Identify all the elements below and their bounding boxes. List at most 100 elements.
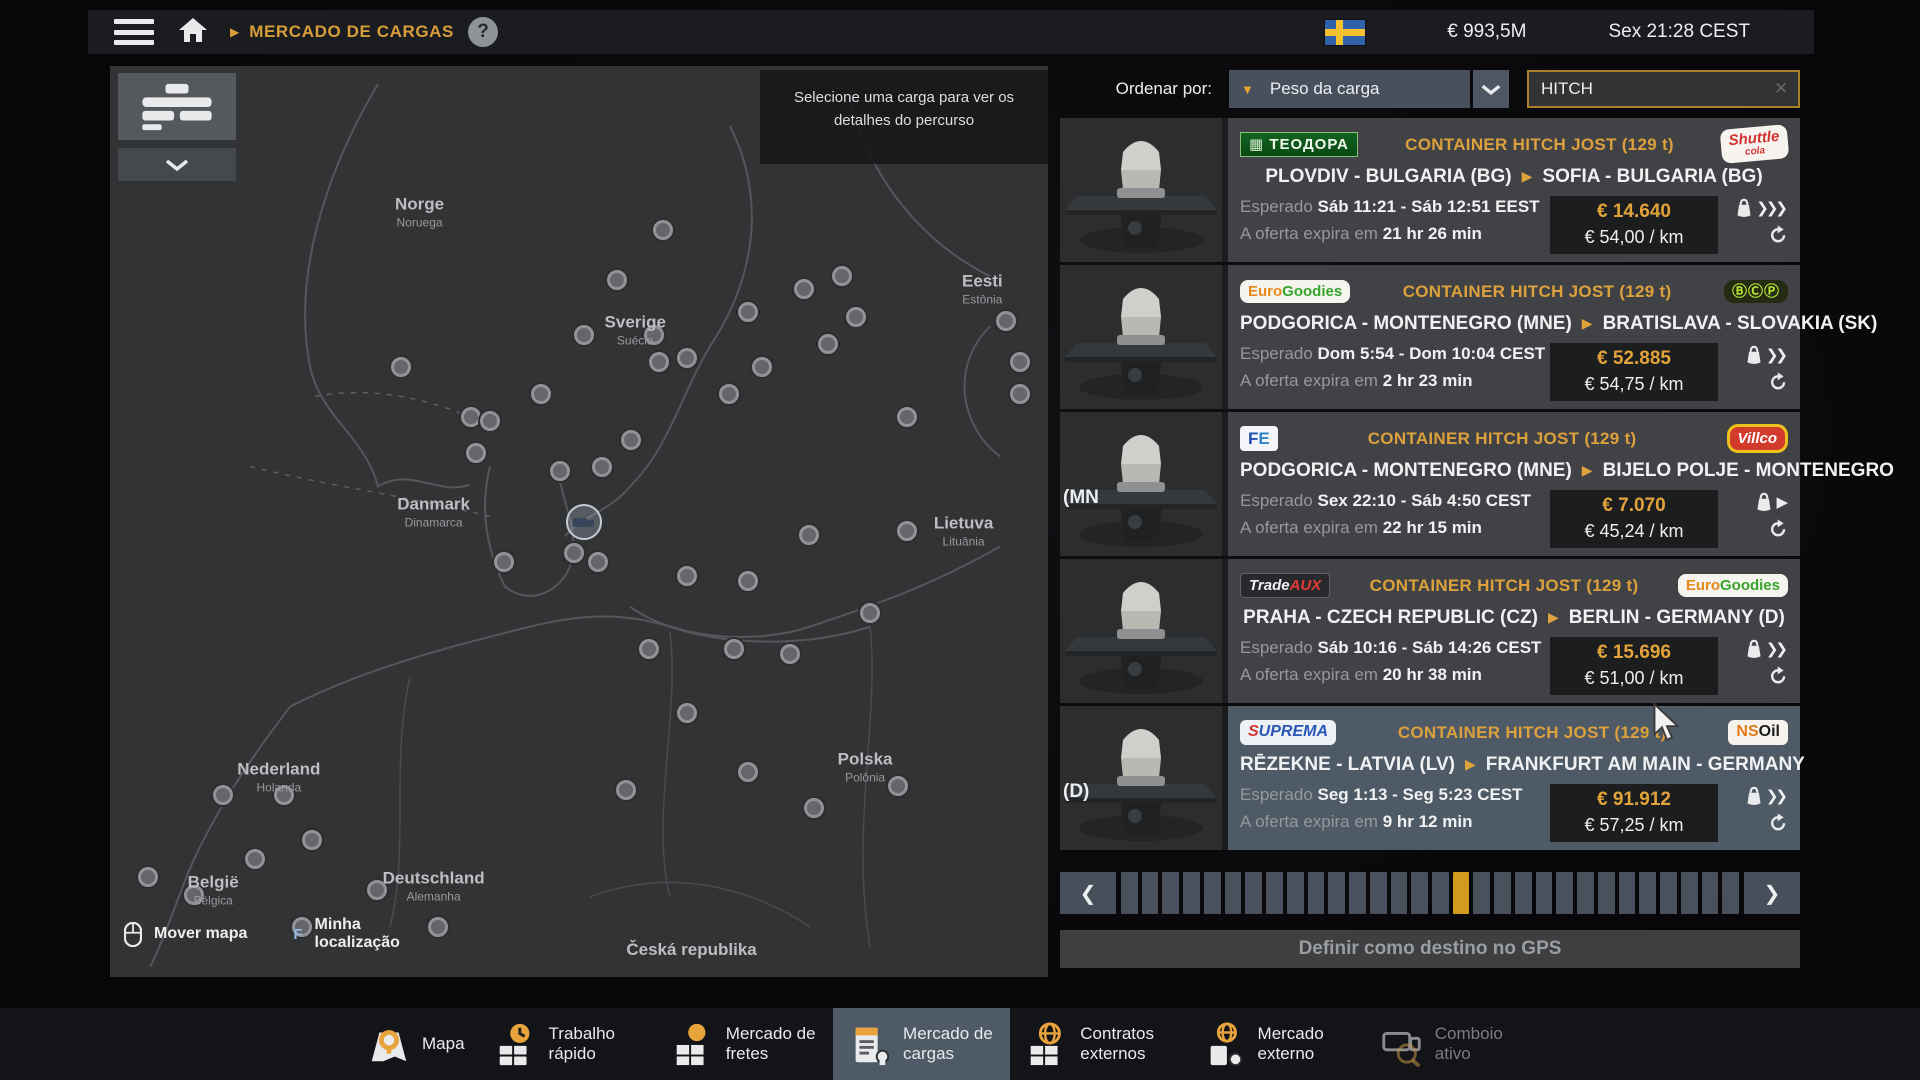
- city-marker[interactable]: [621, 430, 641, 450]
- cargo-offer-card[interactable]: (MN: [1060, 412, 1800, 556]
- nav-item[interactable]: Trabalho rápido: [479, 1008, 656, 1080]
- nav-item[interactable]: Mercado de cargas: [833, 1008, 1010, 1080]
- page-cell[interactable]: [1266, 872, 1283, 914]
- page-cell[interactable]: [1411, 872, 1428, 914]
- page-cell[interactable]: [1577, 872, 1594, 914]
- page-cell[interactable]: [1681, 872, 1698, 914]
- page-cell[interactable]: [1245, 872, 1262, 914]
- player-truck-marker[interactable]: [566, 504, 602, 540]
- cargo-list: ▦ ТЕОДОРА CONTAINER HITCH JOST (129 t) S…: [1060, 118, 1800, 853]
- city-marker[interactable]: [832, 266, 852, 286]
- city-marker[interactable]: [738, 302, 758, 322]
- page-cell[interactable]: [1722, 872, 1739, 914]
- city-marker[interactable]: [724, 639, 744, 659]
- city-marker[interactable]: [818, 334, 838, 354]
- city-marker[interactable]: [245, 849, 265, 869]
- page-cell[interactable]: [1660, 872, 1677, 914]
- city-marker[interactable]: [897, 407, 917, 427]
- sort-dropdown[interactable]: ▼ Peso da carga: [1229, 70, 1470, 108]
- city-marker[interactable]: [888, 776, 908, 796]
- route-overflow-text: (MN: [1063, 487, 1099, 509]
- city-marker[interactable]: [616, 780, 636, 800]
- prev-page-button[interactable]: ❮: [1060, 872, 1116, 914]
- urgency-chevrons-icon: ▶: [1776, 493, 1788, 511]
- page-cell[interactable]: [1619, 872, 1636, 914]
- nav-item[interactable]: Comboio ativo: [1365, 1008, 1542, 1080]
- city-marker[interactable]: [897, 521, 917, 541]
- page-cell[interactable]: [1473, 872, 1490, 914]
- page-cell[interactable]: [1204, 872, 1221, 914]
- city-marker[interactable]: [302, 830, 322, 850]
- city-marker[interactable]: [461, 407, 481, 427]
- set-gps-destination-button[interactable]: Definir como destino no GPS: [1060, 930, 1800, 968]
- page-cell[interactable]: [1598, 872, 1615, 914]
- page-cell[interactable]: [1308, 872, 1325, 914]
- route: PRAHA - CZECH REPUBLIC (CZ)▶BERLIN - GER…: [1240, 607, 1788, 629]
- cargo-title: CONTAINER HITCH JOST (129 t): [1278, 429, 1727, 449]
- cargo-offer-card[interactable]: TradeAUX CONTAINER HITCH JOST (129 t) Eu…: [1060, 559, 1800, 703]
- city-marker[interactable]: [1010, 384, 1030, 404]
- page-cell[interactable]: [1121, 872, 1138, 914]
- nav-item[interactable]: Mapa: [352, 1008, 479, 1080]
- menu-icon[interactable]: [114, 19, 154, 45]
- sort-expand-button[interactable]: [1473, 70, 1509, 108]
- city-marker[interactable]: [677, 348, 697, 368]
- page-cell[interactable]: [1287, 872, 1304, 914]
- collapse-button[interactable]: [118, 148, 236, 181]
- city-marker[interactable]: [466, 443, 486, 463]
- next-page-button[interactable]: ❯: [1744, 872, 1800, 914]
- city-marker[interactable]: [799, 525, 819, 545]
- page-cell[interactable]: [1515, 872, 1532, 914]
- city-marker[interactable]: [780, 644, 800, 664]
- page-cell[interactable]: [1162, 872, 1179, 914]
- page-cell[interactable]: [1349, 872, 1366, 914]
- page-cell[interactable]: [1183, 872, 1200, 914]
- trailer-config-button[interactable]: [118, 73, 236, 140]
- city-marker[interactable]: [738, 762, 758, 782]
- offer-price: € 52.885: [1550, 346, 1718, 372]
- help-icon[interactable]: ?: [468, 17, 498, 47]
- page-cell[interactable]: [1432, 872, 1449, 914]
- city-marker[interactable]: [213, 785, 233, 805]
- page-cell[interactable]: [1639, 872, 1656, 914]
- city-marker[interactable]: [607, 270, 627, 290]
- page-cell[interactable]: [1142, 872, 1159, 914]
- city-marker[interactable]: [391, 357, 411, 377]
- page-cell[interactable]: [1702, 872, 1719, 914]
- city-marker[interactable]: [738, 571, 758, 591]
- city-marker[interactable]: [860, 603, 880, 623]
- urgency-chevrons-icon: ❯❯: [1766, 787, 1788, 805]
- search-input[interactable]: [1529, 79, 1774, 99]
- city-marker[interactable]: [719, 384, 739, 404]
- clear-search-icon[interactable]: ✕: [1774, 79, 1798, 99]
- page-cell[interactable]: [1225, 872, 1242, 914]
- city-marker[interactable]: [274, 785, 294, 805]
- city-marker[interactable]: [804, 798, 824, 818]
- city-marker[interactable]: [138, 867, 158, 887]
- cargo-offer-card[interactable]: ▦ ТЕОДОРА CONTAINER HITCH JOST (129 t) S…: [1060, 118, 1800, 262]
- city-marker[interactable]: [677, 703, 697, 723]
- nav-item[interactable]: Mercado externo: [1188, 1008, 1365, 1080]
- page-cell[interactable]: [1536, 872, 1553, 914]
- city-marker[interactable]: [752, 357, 772, 377]
- nav-item[interactable]: Mercado de fretes: [656, 1008, 833, 1080]
- cargo-offer-card[interactable]: EuroGoodies CONTAINER HITCH JOST (129 t)…: [1060, 265, 1800, 409]
- home-button[interactable]: [178, 17, 208, 48]
- city-marker[interactable]: [677, 566, 697, 586]
- nav-item[interactable]: Contratos externos: [1010, 1008, 1187, 1080]
- city-marker[interactable]: [1010, 352, 1030, 372]
- page-cell[interactable]: [1453, 872, 1470, 914]
- map-panel[interactable]: Norge Noruega Sverige Suécia Eesti Estôn…: [110, 66, 1048, 977]
- city-marker[interactable]: [574, 325, 594, 345]
- city-marker[interactable]: [996, 311, 1016, 331]
- city-marker[interactable]: [649, 352, 669, 372]
- page-cell[interactable]: [1494, 872, 1511, 914]
- city-marker[interactable]: [644, 325, 664, 345]
- page-cell[interactable]: [1391, 872, 1408, 914]
- cargo-offer-card[interactable]: (D): [1060, 706, 1800, 850]
- city-marker[interactable]: [846, 307, 866, 327]
- page-cell[interactable]: [1328, 872, 1345, 914]
- page-cell[interactable]: [1556, 872, 1573, 914]
- page-cell[interactable]: [1370, 872, 1387, 914]
- nav-item-label: Mercado externo: [1258, 1024, 1351, 1065]
